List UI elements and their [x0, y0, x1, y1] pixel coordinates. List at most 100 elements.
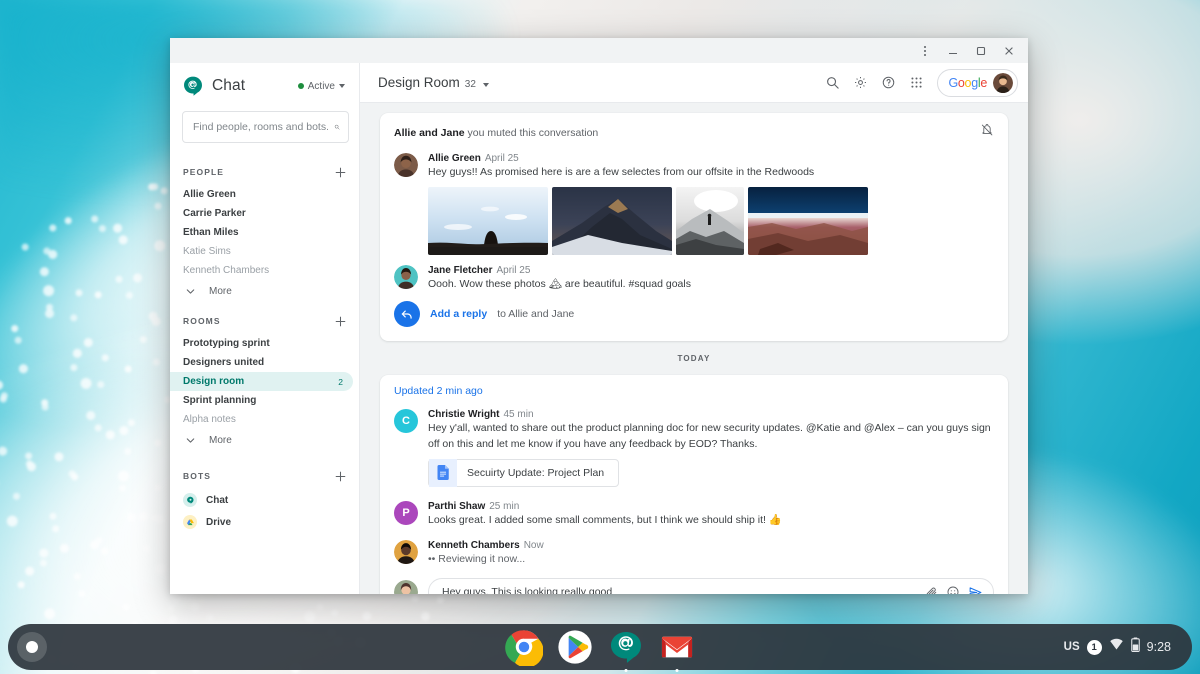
message-time: April 25 — [485, 153, 519, 164]
message-christie-wright: C Christie Wright45 min Hey y'all, wante… — [394, 406, 994, 489]
gear-icon[interactable] — [847, 70, 873, 96]
photo-desert-butte[interactable] — [428, 187, 548, 255]
attach-icon[interactable] — [925, 586, 938, 594]
bell-off-icon[interactable] — [980, 123, 994, 142]
message-parthi-shaw: P Parthi Shaw25 min Looks great. I added… — [394, 498, 994, 531]
avatar[interactable] — [993, 73, 1013, 93]
message-body: Jane FletcherApril 25 Oooh. Wow these ph… — [428, 265, 994, 292]
message-text: Hey guys!! As promised here is are a few… — [428, 165, 994, 180]
nav-label: Sprint planning — [183, 395, 256, 406]
reply-target: to Allie and Jane — [497, 308, 574, 320]
presence-selector[interactable]: Active — [293, 79, 349, 94]
sidebar-item-ethan-miles[interactable]: Ethan Miles — [170, 223, 353, 242]
message-body: Parthi Shaw25 min Looks great. I added s… — [428, 501, 994, 528]
people-more-button[interactable]: More — [170, 280, 359, 302]
section-header-bots: BOTS — [170, 463, 359, 489]
muted-notice: Allie and Jane you muted this conversati… — [394, 123, 994, 150]
nav-label: Ethan Miles — [183, 227, 239, 238]
message-body: Christie Wright45 min Hey y'all, wanted … — [428, 409, 994, 486]
message-author: Christie Wright — [428, 409, 499, 420]
sidebar-item-bot-drive[interactable]: Drive — [170, 511, 359, 533]
search-container[interactable] — [182, 111, 349, 143]
sidebar-item-designers-united[interactable]: Designers united — [170, 353, 353, 372]
add-bot-button[interactable] — [331, 467, 349, 485]
nav-label: Designers united — [183, 357, 264, 368]
avatar[interactable] — [394, 540, 418, 564]
sidebar-item-carrie-parker[interactable]: Carrie Parker — [170, 204, 353, 223]
nav-label: Carrie Parker — [183, 208, 246, 219]
photo-snow-hiker[interactable] — [676, 187, 744, 255]
search-icon[interactable] — [819, 70, 845, 96]
message-allie-green: Allie Green April 25 Hey guys!! As promis… — [394, 150, 994, 262]
sidebar-item-sprint-planning[interactable]: Sprint planning — [170, 391, 353, 410]
chat-bot-icon — [183, 493, 197, 507]
chevron-down-icon — [184, 285, 197, 298]
apps-grid-icon[interactable] — [903, 70, 929, 96]
sidebar-item-bot-chat[interactable]: Chat — [170, 489, 359, 511]
message-time: Now — [524, 540, 544, 551]
add-room-button[interactable] — [331, 312, 349, 330]
avatar[interactable]: P — [394, 501, 418, 525]
main-pane: Design Room 32 — [360, 63, 1028, 594]
composer-container[interactable] — [428, 578, 994, 594]
message-stream[interactable]: Allie and Jane you muted this conversati… — [360, 103, 1028, 594]
google-account-chip[interactable]: Google — [937, 69, 1018, 97]
chevron-down-icon — [184, 434, 197, 447]
photo-canyon-sunset[interactable] — [748, 187, 868, 255]
send-icon[interactable] — [968, 585, 983, 594]
sidebar-item-kenneth-chambers[interactable]: Kenneth Chambers — [170, 261, 353, 280]
shelf-app-chrome[interactable] — [505, 628, 543, 666]
chat-app-window: Chat Active PEOPLE — [170, 38, 1028, 594]
sidebar-item-design-room[interactable]: Design room 2 — [170, 372, 353, 391]
app-title: Chat — [212, 77, 245, 95]
sidebar-item-katie-sims[interactable]: Katie Sims — [170, 242, 353, 261]
muted-suffix: you muted this conversation — [465, 127, 599, 139]
minimize-button[interactable] — [940, 40, 966, 62]
updated-label[interactable]: Updated 2 min ago — [394, 385, 994, 397]
muted-text: Allie and Jane you muted this conversati… — [394, 127, 598, 139]
emoji-icon[interactable] — [946, 585, 960, 594]
sidebar-item-alpha-notes[interactable]: Alpha notes — [170, 410, 353, 429]
shelf-app-list — [8, 628, 1192, 666]
shelf-app-chat[interactable] — [607, 628, 645, 666]
room-header: Design Room 32 — [360, 63, 1028, 103]
add-reply-link[interactable]: Add a reply — [430, 308, 487, 320]
presence-dot — [298, 83, 304, 89]
room-title-dropdown[interactable]: Design Room 32 — [378, 75, 489, 90]
message-input[interactable] — [442, 586, 917, 594]
message-author: Jane Fletcher — [428, 265, 492, 276]
message-author: Allie Green — [428, 153, 481, 164]
shelf-app-play-store[interactable] — [556, 628, 594, 666]
rooms-more-button[interactable]: More — [170, 429, 359, 451]
avatar[interactable] — [394, 153, 418, 177]
add-person-button[interactable] — [331, 163, 349, 181]
message-author: Kenneth Chambers — [428, 540, 520, 551]
reply-icon — [394, 301, 420, 327]
sidebar-item-prototyping-sprint[interactable]: Prototyping sprint — [170, 334, 353, 353]
photo-strip — [428, 187, 994, 255]
add-reply-row[interactable]: Add a reply to Allie and Jane — [394, 295, 994, 329]
desktop: Chat Active PEOPLE — [0, 0, 1200, 674]
message-text: Hey y'all, wanted to share out the produ… — [428, 421, 994, 451]
message-text: Looks great. I added some small comments… — [428, 513, 994, 528]
window-body: Chat Active PEOPLE — [170, 63, 1028, 594]
avatar[interactable]: C — [394, 409, 418, 433]
more-label: More — [209, 286, 232, 297]
message-body: Kenneth ChambersNow •• Reviewing it now.… — [428, 540, 994, 567]
window-menu-button[interactable] — [912, 40, 938, 62]
photo-mountain-dusk[interactable] — [552, 187, 672, 255]
drive-bot-icon — [183, 515, 197, 529]
avatar[interactable] — [394, 265, 418, 289]
more-label: More — [209, 435, 232, 446]
sidebar-item-allie-green[interactable]: Allie Green — [170, 185, 353, 204]
maximize-button[interactable] — [968, 40, 994, 62]
page-title: Design Room — [378, 75, 460, 90]
shelf-app-gmail[interactable] — [658, 628, 696, 666]
close-button[interactable] — [996, 40, 1022, 62]
attached-doc-chip[interactable]: Secuirty Update: Project Plan — [428, 459, 619, 487]
composer-row — [394, 570, 994, 594]
app-running-indicator — [624, 669, 627, 672]
header-actions: Google — [819, 69, 1018, 97]
search-input[interactable] — [193, 121, 328, 133]
help-icon[interactable] — [875, 70, 901, 96]
